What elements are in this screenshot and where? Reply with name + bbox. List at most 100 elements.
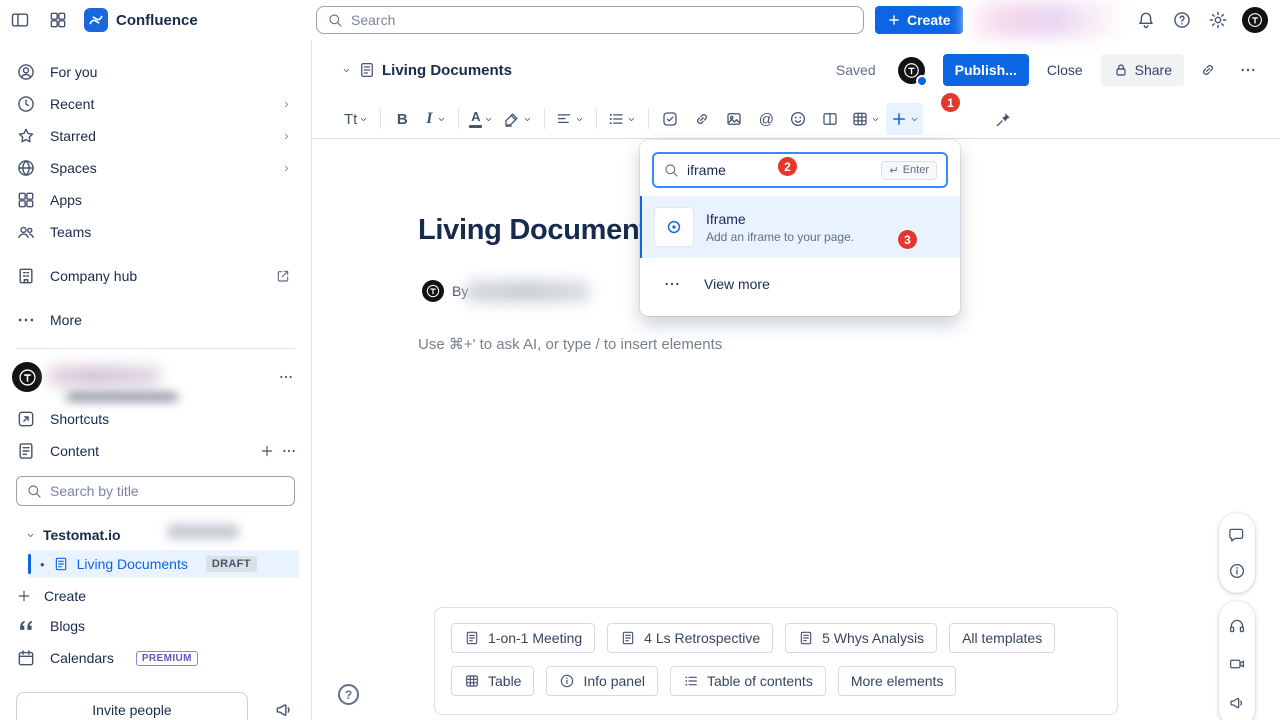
sidebar-item-for-you[interactable]: For you bbox=[0, 56, 311, 88]
audio-button[interactable] bbox=[1223, 612, 1251, 640]
view-more-item[interactable]: View more bbox=[640, 258, 960, 310]
task-list-button[interactable] bbox=[655, 103, 685, 135]
sidebar-item-calendars[interactable]: Calendars PREMIUM bbox=[0, 642, 311, 674]
layout-button[interactable] bbox=[815, 103, 845, 135]
top-bar: Confluence Create bbox=[0, 0, 1280, 40]
details-button[interactable] bbox=[1223, 557, 1251, 585]
app-switcher-button[interactable] bbox=[42, 4, 74, 36]
close-button[interactable]: Close bbox=[1037, 54, 1093, 86]
text-style-button[interactable]: Tt bbox=[340, 103, 372, 135]
tree-create-button[interactable]: Create bbox=[0, 582, 311, 610]
user-avatar[interactable] bbox=[1242, 7, 1268, 33]
announcements-button[interactable] bbox=[1223, 689, 1251, 717]
sidebar-item-label: Content bbox=[50, 443, 99, 459]
table-button[interactable] bbox=[847, 103, 884, 135]
space-more-button[interactable] bbox=[273, 364, 299, 390]
comments-button[interactable] bbox=[1223, 521, 1251, 549]
question-circle-icon bbox=[1172, 10, 1192, 30]
template-label: 5 Whys Analysis bbox=[822, 630, 924, 646]
document-title[interactable]: Living Documents bbox=[418, 214, 665, 247]
element-button-table[interactable]: Table bbox=[451, 666, 534, 696]
notifications-button[interactable] bbox=[1130, 4, 1162, 36]
app-window: Confluence Create bbox=[0, 0, 1280, 720]
align-button[interactable] bbox=[551, 103, 588, 135]
page-tree-toggle[interactable] bbox=[334, 54, 358, 86]
columns-icon bbox=[821, 110, 839, 128]
collaborator-avatar[interactable] bbox=[898, 57, 925, 84]
element-button-toc[interactable]: Table of contents bbox=[670, 666, 826, 696]
sidebar-item-more[interactable]: More bbox=[0, 304, 311, 336]
emoji-button[interactable] bbox=[783, 103, 813, 135]
create-button[interactable]: Create bbox=[875, 6, 963, 34]
insert-menu-search-input[interactable] bbox=[687, 162, 783, 178]
feedback-button[interactable] bbox=[270, 696, 298, 720]
more-elements-button[interactable]: More elements bbox=[838, 666, 957, 696]
help-floating-button[interactable] bbox=[338, 684, 359, 705]
page-lines-icon bbox=[16, 441, 36, 461]
help-button[interactable] bbox=[1166, 4, 1198, 36]
pin-icon bbox=[994, 111, 1012, 129]
headphones-icon bbox=[1228, 617, 1246, 635]
italic-button[interactable]: I bbox=[419, 103, 450, 135]
sidebar-item-shortcuts[interactable]: Shortcuts bbox=[0, 403, 311, 435]
insert-link-button[interactable] bbox=[687, 103, 717, 135]
chevron-right-icon bbox=[282, 100, 291, 109]
page-title: Living Documents bbox=[382, 62, 512, 79]
page-header-actions: Saved Publish... Close Share bbox=[836, 54, 1264, 86]
more-dots-icon[interactable] bbox=[281, 443, 297, 459]
plus-icon bbox=[887, 13, 901, 27]
sidebar: For you Recent Starred Spaces Apps Teams bbox=[0, 40, 312, 720]
invite-people-button[interactable]: Invite people bbox=[16, 692, 248, 720]
presence-badge bbox=[916, 75, 928, 87]
insert-image-button[interactable] bbox=[719, 103, 749, 135]
sidebar-item-label: Spaces bbox=[50, 160, 97, 176]
element-button-info-panel[interactable]: Info panel bbox=[546, 666, 658, 696]
tree-item-current-page[interactable]: Living Documents DRAFT bbox=[28, 550, 299, 578]
sidebar-toggle-button[interactable] bbox=[4, 4, 36, 36]
sidebar-item-apps[interactable]: Apps bbox=[0, 184, 311, 216]
template-button-1on1[interactable]: 1-on-1 Meeting bbox=[451, 623, 595, 653]
tree-item-space[interactable]: Testomat.io bbox=[0, 522, 311, 548]
sidebar-item-starred[interactable]: Starred bbox=[0, 120, 311, 152]
bold-button[interactable]: B bbox=[387, 103, 417, 135]
settings-button[interactable] bbox=[1202, 4, 1234, 36]
tree-create-label: Create bbox=[44, 588, 86, 604]
global-search-input[interactable] bbox=[351, 12, 853, 28]
copy-link-button[interactable] bbox=[1192, 54, 1224, 86]
text-color-button[interactable]: A bbox=[465, 103, 497, 135]
page-icon bbox=[620, 630, 636, 646]
insert-element-button[interactable] bbox=[886, 103, 923, 135]
chevron-down-icon bbox=[871, 115, 880, 124]
all-templates-button[interactable]: All templates bbox=[949, 623, 1055, 653]
publish-button[interactable]: Publish... bbox=[943, 54, 1029, 86]
sidebar-item-content[interactable]: Content bbox=[0, 435, 311, 467]
pin-toolbar-button[interactable] bbox=[988, 104, 1018, 136]
content-search-input[interactable] bbox=[50, 483, 285, 499]
sidebar-item-blogs[interactable]: Blogs bbox=[0, 610, 311, 642]
more-dots-icon bbox=[1239, 61, 1257, 79]
list-button[interactable] bbox=[603, 103, 640, 135]
sidebar-item-spaces[interactable]: Spaces bbox=[0, 152, 311, 184]
share-button[interactable]: Share bbox=[1101, 54, 1184, 86]
sidebar-item-recent[interactable]: Recent bbox=[0, 88, 311, 120]
page-icon bbox=[53, 556, 69, 572]
sidebar-item-company-hub[interactable]: Company hub bbox=[0, 260, 311, 292]
space-switcher[interactable] bbox=[0, 359, 311, 395]
more-actions-button[interactable] bbox=[1232, 54, 1264, 86]
editor-placeholder[interactable]: Use ⌘+' to ask AI, or type / to insert e… bbox=[418, 335, 722, 353]
testomat-logo-icon bbox=[425, 283, 441, 299]
sidebar-item-label: Calendars bbox=[50, 650, 114, 666]
link-icon bbox=[693, 110, 711, 128]
template-button-4ls[interactable]: 4 Ls Retrospective bbox=[607, 623, 773, 653]
sidebar-item-teams[interactable]: Teams bbox=[0, 216, 311, 248]
emoji-icon bbox=[789, 110, 807, 128]
confluence-brand[interactable]: Confluence bbox=[80, 8, 202, 32]
plus-icon[interactable] bbox=[259, 443, 275, 459]
template-button-5whys[interactable]: 5 Whys Analysis bbox=[785, 623, 937, 653]
comment-bubble-icon bbox=[1228, 526, 1246, 544]
highlight-button[interactable] bbox=[499, 103, 536, 135]
mention-button[interactable]: @ bbox=[751, 103, 781, 135]
megaphone-icon bbox=[274, 700, 294, 720]
insert-menu-result-iframe[interactable]: Iframe Add an iframe to your page. bbox=[640, 196, 960, 258]
video-button[interactable] bbox=[1223, 650, 1251, 678]
